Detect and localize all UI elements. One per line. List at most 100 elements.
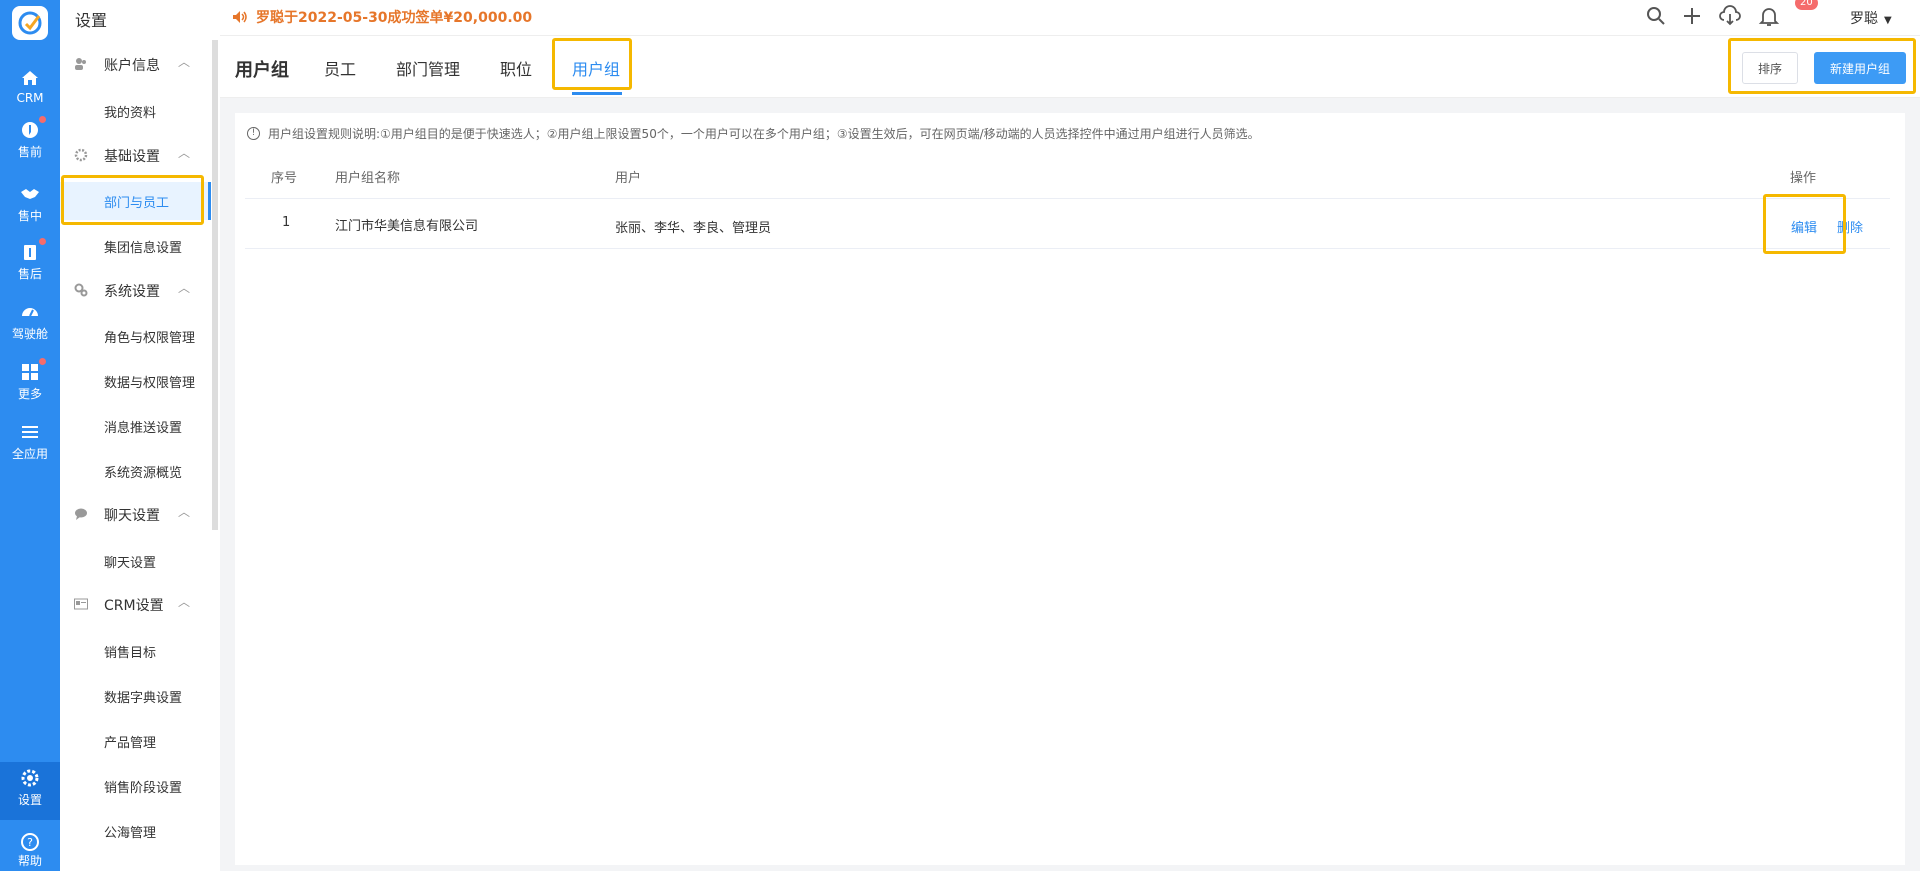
svg-text:?: ? [27,836,33,849]
highlight-box-actions [1728,38,1916,94]
handshake-icon [21,189,39,199]
sidebar-group-account[interactable]: 账户信息 ︿ [60,46,220,82]
row-index: 1 [282,215,291,230]
chevron-up-icon: ︿ [178,505,191,519]
sidebar-item-message-push[interactable]: 消息推送设置 [60,407,210,445]
user-menu[interactable]: 罗聪 ▼ [1850,8,1892,28]
tab-department-management[interactable]: 部门管理 [396,56,460,80]
rail-item-all-apps[interactable]: 全应用 [0,416,60,474]
row-group-name: 江门市华美信息有限公司 [335,219,479,234]
rail-label: 售前 [17,145,42,159]
announcement-text: 罗聪于2022-05-30成功签单¥20,000.00 [256,10,533,26]
speaker-icon [233,11,247,23]
chevron-up-icon: ︿ [178,595,191,609]
column-header-group-name: 用户组名称 [335,171,401,186]
notification-dot [39,358,46,365]
page-title: 用户组 [235,60,289,81]
chevron-up-icon: ︿ [178,146,191,160]
help-icon: ? [21,833,39,851]
sidebar-item-public-pool[interactable]: 公海管理 [60,812,210,850]
search-icon[interactable] [1644,4,1668,28]
rail-item-dashboard[interactable]: 驾驶舱 [0,296,60,354]
column-header-index: 序号 [271,171,298,186]
bell-icon[interactable] [1757,4,1781,28]
rail-item-crm[interactable]: CRM [0,62,60,120]
sidebar-group-label: CRM设置 [104,598,164,614]
cloud-download-icon[interactable] [1718,4,1742,28]
sidebar-group-label: 聊天设置 [104,508,160,524]
info-icon [24,245,36,260]
announcement: 罗聪于2022-05-30成功签单¥20,000.00 [232,7,532,27]
notification-dot [39,116,46,123]
sidebar-item-my-profile[interactable]: 我的资料 [60,92,210,130]
sidebar-group-crm[interactable]: CRM设置 ︿ [60,586,220,622]
sidebar-item-chat-settings[interactable]: 聊天设置 [60,542,210,580]
rail-label: 更多 [17,387,42,401]
sidebar-item-group-info[interactable]: 集团信息设置 [60,227,210,265]
sidebar-item-data-permission[interactable]: 数据与权限管理 [60,362,210,400]
sidebar-scrollbar[interactable] [212,40,218,530]
info-icon: ! [247,127,260,140]
rail-item-aftersale[interactable]: 售后 [0,236,60,294]
grid-icon [22,364,38,380]
sidebar-group-basic[interactable]: 基础设置 ︿ [60,137,220,173]
rail-label: 设置 [17,793,42,807]
app-rail: CRM 售前 售中 售后 驾驶舱 更多 全应用 设置 ? 帮助 [0,0,60,871]
rail-item-presale[interactable]: 售前 [0,114,60,172]
card-icon [74,598,88,610]
users-icon [75,58,86,70]
app-logo[interactable] [12,6,48,40]
tab-staff[interactable]: 员工 [324,56,356,80]
chevron-up-icon: ︿ [178,281,191,295]
row-users: 张丽、李华、李良、管理员 [615,221,772,236]
rail-item-help[interactable]: ? 帮助 [0,826,60,871]
home-icon [22,71,38,85]
row-divider [245,248,1890,249]
column-header-users: 用户 [615,171,642,186]
menu-icon [22,426,38,438]
rail-item-settings[interactable]: 设置 [0,762,60,820]
sidebar-item-sales-stage[interactable]: 销售阶段设置 [60,767,210,805]
rail-label: 售中 [17,209,42,223]
sidebar-group-system[interactable]: 系统设置 ︿ [60,272,220,308]
highlight-box-tab [552,38,632,90]
tabs-bar: 用户组 员工 部门管理 职位 用户组 排序 新建用户组 [220,36,1920,98]
dashboard-icon [22,308,38,317]
user-group-panel: ! 用户组设置规则说明:①用户组目的是便于快速选人；②用户组上限设置50个，一个… [235,113,1905,865]
chevron-up-icon: ︿ [178,55,191,69]
user-name: 罗聪 [1850,11,1878,27]
rail-item-insale[interactable]: 售中 [0,178,60,236]
rail-item-more[interactable]: 更多 [0,356,60,414]
rail-label: 驾驶舱 [11,327,48,341]
notification-dot [39,238,46,245]
highlight-box-row-actions [1763,194,1846,254]
sidebar-item-product-management[interactable]: 产品管理 [60,722,210,760]
sidebar-item-role-permission[interactable]: 角色与权限管理 [60,317,210,355]
gears-icon [74,283,88,297]
logo-icon [18,11,42,35]
top-bar: 罗聪于2022-05-30成功签单¥20,000.00 20 罗聪 ▼ [220,0,1920,36]
pin-icon [22,122,38,138]
rail-label: 售后 [17,267,42,281]
sidebar-group-label: 账户信息 [104,58,160,74]
active-tab-indicator [572,92,622,95]
column-header-actions: 操作 [1790,171,1817,186]
sidebar-item-data-dictionary[interactable]: 数据字典设置 [60,677,210,715]
caret-down-icon: ▼ [1884,15,1892,26]
rules-notice-text: 用户组设置规则说明:①用户组目的是便于快速选人；②用户组上限设置50个，一个用户… [268,127,1260,141]
notification-badge: 20 [1795,0,1818,10]
sidebar-item-sales-target[interactable]: 销售目标 [60,632,210,670]
tab-position[interactable]: 职位 [500,56,532,80]
rail-label: 帮助 [17,854,42,868]
gear-icon [21,769,39,787]
highlight-box-sidebar-item [61,175,204,225]
header-divider [245,198,1890,199]
rail-label: 全应用 [11,447,48,461]
sidebar-group-chat[interactable]: 聊天设置 ︿ [60,496,220,532]
plus-icon[interactable] [1680,4,1704,28]
settings-sidebar: 设置 账户信息 ︿ 我的资料 基础设置 ︿ 部门与员工 集团信息设置 系统设置 … [60,0,220,871]
chat-icon [75,508,87,520]
sidebar-title: 设置 [75,11,108,30]
sidebar-item-resource-overview[interactable]: 系统资源概览 [60,452,210,490]
sidebar-group-label: 基础设置 [104,149,160,165]
